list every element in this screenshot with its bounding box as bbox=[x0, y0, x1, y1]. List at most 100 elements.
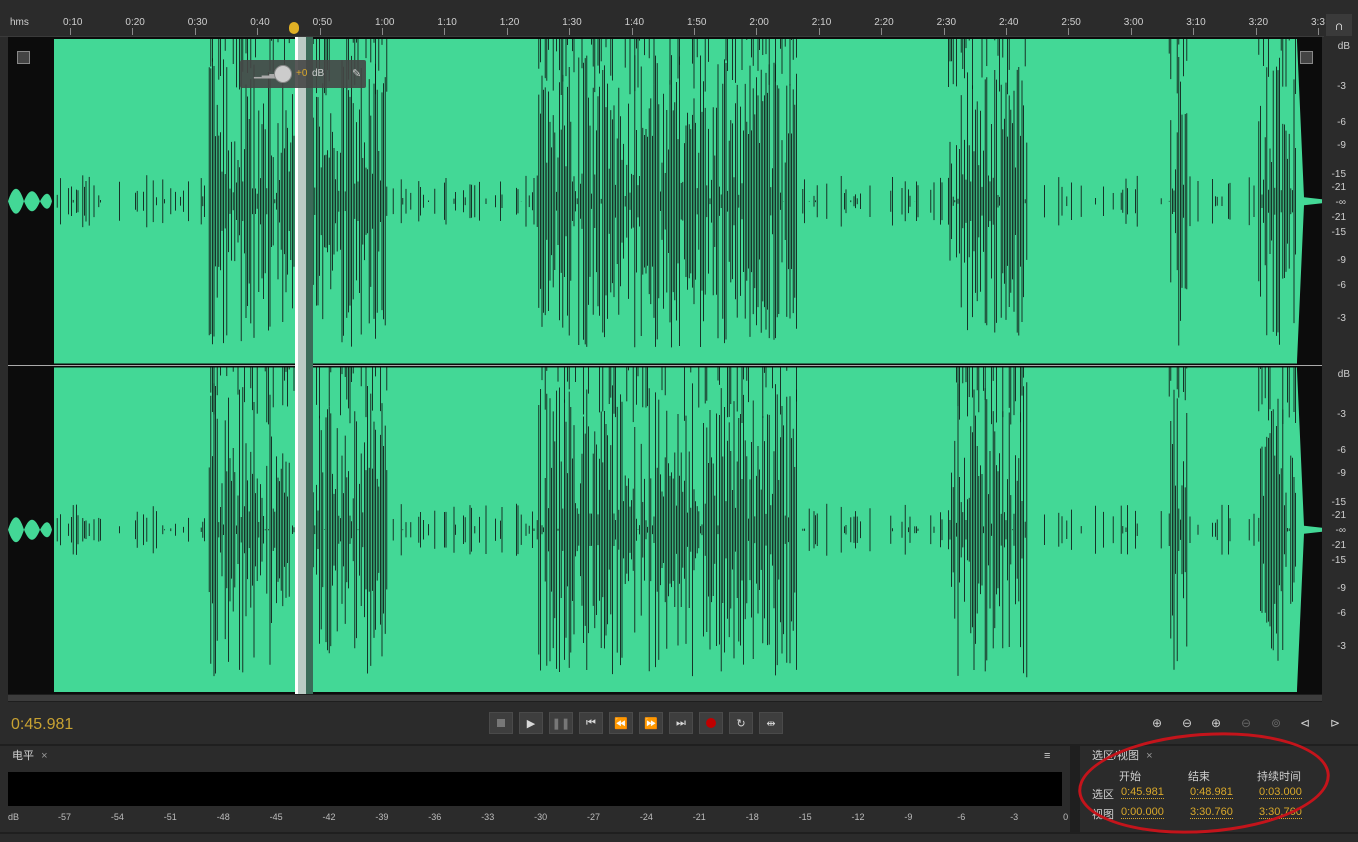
time-ruler[interactable]: hms 0:10 0:20 0:30 0:40 0:50 1:00 1:10 1:20 1:30… bbox=[0, 14, 1325, 37]
zoom-selection-button[interactable]: ⊚ bbox=[1265, 714, 1287, 732]
go-to-start-button[interactable]: ⏮ bbox=[579, 712, 603, 734]
zoom-in-left-button[interactable]: ⊲ bbox=[1294, 714, 1316, 732]
waveform-channel-2 bbox=[54, 367, 1297, 692]
close-icon[interactable]: × bbox=[41, 750, 47, 762]
playhead-highlight bbox=[298, 37, 306, 694]
ruler-tick-label: 1:30 bbox=[562, 17, 582, 28]
skip-selection-icon: ⇹ bbox=[766, 717, 776, 730]
meter-scale-label: -3 bbox=[1010, 812, 1019, 822]
zoom-in-right-button[interactable]: ⊳ bbox=[1324, 714, 1346, 732]
zoom-out-amplitude-icon: ⊖ bbox=[1181, 716, 1193, 730]
ruler-tick bbox=[569, 28, 571, 35]
ruler-tick-label: 0:40 bbox=[250, 17, 270, 28]
gain-value[interactable]: +0 bbox=[296, 68, 307, 79]
ruler-tick bbox=[194, 28, 196, 35]
db-tick-label: -21 bbox=[1331, 510, 1346, 521]
meter-scale-label: -48 bbox=[216, 812, 230, 822]
meter-scale-label: -33 bbox=[481, 812, 495, 822]
meter-scale-label: -21 bbox=[692, 812, 706, 822]
db-tick-label: -15 bbox=[1331, 169, 1346, 180]
meter-scale-label: -57 bbox=[58, 812, 72, 822]
tab-level-meter-label: 电平 bbox=[12, 750, 34, 762]
record-button[interactable] bbox=[699, 712, 723, 734]
stop-icon bbox=[497, 719, 505, 727]
meter-scale-label: -12 bbox=[851, 812, 865, 822]
meter-scale-label: -6 bbox=[957, 812, 966, 822]
ruler-tick-label: 2:20 bbox=[874, 17, 894, 28]
playhead-marker-icon[interactable] bbox=[289, 22, 299, 34]
db-tick-label: -6 bbox=[1337, 608, 1346, 619]
zoom-in-left-icon: ⊲ bbox=[1299, 716, 1311, 730]
zoom-in-amplitude-icon: ⊕ bbox=[1151, 716, 1163, 730]
ruler-tick-label: 2:40 bbox=[999, 17, 1019, 28]
zoom-out-time-button[interactable]: ⊖ bbox=[1235, 714, 1257, 732]
zoom-out-amplitude-button[interactable]: ⊖ bbox=[1176, 714, 1198, 732]
zoom-in-time-icon: ⊕ bbox=[1210, 716, 1222, 730]
current-time-display[interactable]: 0:45.981 bbox=[11, 716, 73, 734]
db-tick-label: -∞ bbox=[1335, 197, 1346, 208]
pause-button[interactable]: ❚❚ bbox=[549, 712, 573, 734]
go-to-end-button[interactable]: ⏭ bbox=[669, 712, 693, 734]
ruler-tick bbox=[506, 28, 508, 35]
gain-knob[interactable] bbox=[274, 65, 292, 83]
skip-forward-icon: ⏭ bbox=[676, 716, 686, 729]
db-tick-label: -9 bbox=[1337, 255, 1346, 266]
preroll-waveform bbox=[8, 517, 52, 543]
db-tick-label: -6 bbox=[1337, 117, 1346, 128]
record-icon bbox=[706, 718, 716, 728]
tab-level-meter[interactable]: 电平 × bbox=[0, 746, 54, 766]
ruler-tick bbox=[756, 28, 758, 35]
meter-scale-label: dB bbox=[8, 812, 20, 822]
waveform-canvas[interactable] bbox=[8, 37, 1322, 694]
ruler-tick bbox=[444, 28, 446, 35]
channel-divider bbox=[8, 365, 1322, 366]
zoom-in-amplitude-button[interactable]: ⊕ bbox=[1146, 714, 1168, 732]
db-tick-label: -3 bbox=[1337, 641, 1346, 652]
skip-selection-button[interactable]: ⇹ bbox=[759, 712, 783, 734]
ruler-tick-label: 3:00 bbox=[1123, 17, 1144, 28]
stop-button[interactable] bbox=[489, 712, 513, 734]
db-tick-label: -21 bbox=[1331, 540, 1346, 551]
amplitude-ruler[interactable]: dB dB -3 -3 -6 -6 -9 -9 -15 -15 -21 -21 -∞ -∞ -21 -21… bbox=[1322, 37, 1358, 694]
zoom-in-right-icon: ⊳ bbox=[1329, 716, 1341, 730]
loop-icon: ↻ bbox=[736, 717, 746, 730]
fade-out-handle-icon[interactable] bbox=[1300, 51, 1313, 64]
horizontal-scrollbar[interactable] bbox=[8, 694, 1322, 702]
ruler-tick bbox=[70, 28, 71, 35]
loop-button[interactable]: ↻ bbox=[729, 712, 753, 734]
zoom-in-time-button[interactable]: ⊕ bbox=[1205, 714, 1227, 732]
fast-forward-icon: ⏩ bbox=[644, 717, 658, 730]
ruler-tick bbox=[1193, 28, 1195, 35]
ruler-tick bbox=[818, 28, 820, 35]
meter-scale-label: -24 bbox=[639, 812, 653, 822]
ruler-tick bbox=[1255, 28, 1257, 35]
rewind-icon: ⏪ bbox=[614, 717, 628, 730]
db-tick-label: -6 bbox=[1337, 445, 1346, 456]
panel-menu-icon[interactable]: ≡ bbox=[1044, 750, 1050, 762]
ruler-tick bbox=[1130, 28, 1132, 35]
waveform-display[interactable] bbox=[8, 37, 1322, 694]
db-tick-label: -6 bbox=[1337, 280, 1346, 291]
zoom-selection-icon: ⊚ bbox=[1270, 716, 1282, 730]
db-unit-bottom: dB bbox=[1337, 369, 1350, 380]
ruler-tick bbox=[943, 28, 945, 35]
ruler-tick bbox=[694, 28, 695, 35]
rewind-button[interactable]: ⏪ bbox=[609, 712, 633, 734]
db-tick-label: -9 bbox=[1337, 140, 1346, 151]
db-tick-label: -21 bbox=[1331, 212, 1346, 223]
headphones-icon[interactable]: ∩ bbox=[1326, 14, 1352, 36]
fast-forward-button[interactable]: ⏩ bbox=[639, 712, 663, 734]
meter-scale-label: -45 bbox=[269, 812, 283, 822]
ruler-tick bbox=[382, 28, 383, 35]
db-tick-label: -9 bbox=[1337, 583, 1346, 594]
play-icon: ▶ bbox=[526, 717, 536, 730]
hud-gain-control: ▁▂▃ +0 dB ✎ bbox=[240, 60, 366, 88]
ruler-tick-label: 2:50 bbox=[1061, 17, 1081, 28]
db-tick-label: -3 bbox=[1337, 313, 1346, 324]
scrollbar-thumb[interactable] bbox=[8, 695, 1322, 701]
ruler-tick-label: 2:10 bbox=[811, 17, 832, 28]
db-tick-label: -15 bbox=[1331, 555, 1346, 566]
play-button[interactable]: ▶ bbox=[519, 712, 543, 734]
fade-in-handle-icon[interactable] bbox=[17, 51, 30, 64]
pin-icon[interactable]: ✎ bbox=[352, 67, 361, 80]
